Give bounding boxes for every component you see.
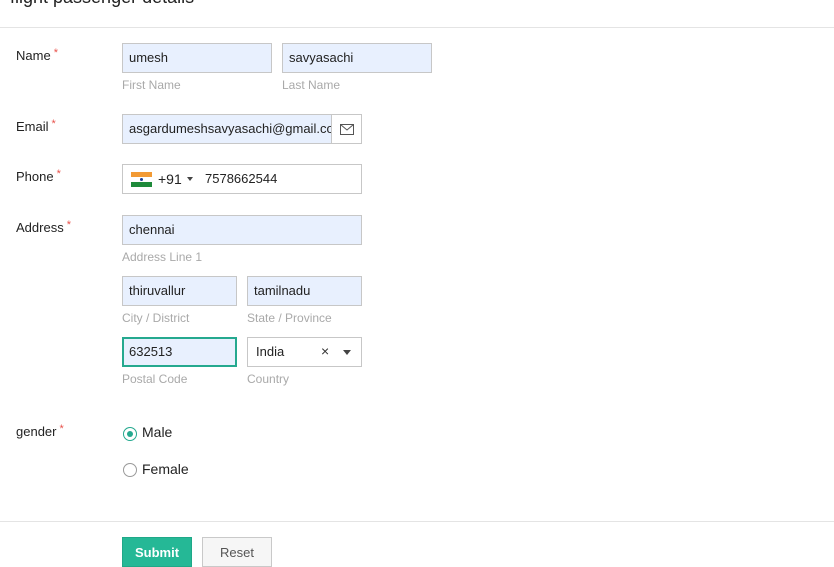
country-code[interactable]: +91 [158, 171, 182, 187]
required-marker: * [66, 219, 71, 231]
chevron-down-icon[interactable] [187, 177, 193, 181]
envelope-icon[interactable] [332, 115, 361, 143]
address-line1-hint: Address Line 1 [122, 250, 203, 264]
city-input[interactable]: thiruvallur [122, 276, 237, 306]
postal-code-hint: Postal Code [122, 372, 188, 386]
footer-divider [0, 521, 834, 522]
gender-label: gender * [16, 423, 64, 439]
first-name-input[interactable]: umesh [122, 43, 272, 73]
state-hint: State / Province [247, 311, 332, 325]
name-label: Name * [16, 47, 58, 63]
page-title: flight passenger details [10, 0, 194, 8]
reset-button[interactable]: Reset [202, 537, 272, 567]
state-input[interactable]: tamilnadu [247, 276, 362, 306]
country-select[interactable]: India × [247, 337, 362, 367]
country-hint: Country [247, 372, 290, 386]
india-flag-icon[interactable] [131, 172, 152, 187]
address-line1-input[interactable]: chennai [122, 215, 362, 245]
gender-female-label[interactable]: Female [142, 461, 189, 477]
phone-input[interactable]: 7578662544 [205, 171, 277, 186]
chevron-down-icon[interactable] [343, 350, 351, 355]
email-label-text: Email [16, 119, 49, 134]
name-label-text: Name [16, 48, 51, 63]
gender-label-text: gender [16, 424, 57, 439]
city-hint: City / District [122, 311, 190, 325]
country-select-value: India [256, 344, 285, 359]
gender-male-radio[interactable] [123, 427, 137, 441]
submit-button[interactable]: Submit [122, 537, 192, 567]
required-marker: * [51, 118, 56, 130]
postal-code-input[interactable]: 632513 [122, 337, 237, 367]
gender-female-radio[interactable] [123, 463, 137, 477]
last-name-hint: Last Name [282, 78, 341, 92]
required-marker: * [53, 47, 58, 59]
last-name-input[interactable]: savyasachi [282, 43, 432, 73]
phone-label: Phone * [16, 168, 61, 184]
first-name-hint: First Name [122, 78, 181, 92]
email-input[interactable]: asgardumeshsavyasachi@gmail.com [123, 115, 332, 143]
header-divider [0, 27, 834, 28]
clear-icon[interactable]: × [321, 343, 329, 359]
phone-label-text: Phone [16, 169, 54, 184]
email-field-group: asgardumeshsavyasachi@gmail.com [122, 114, 362, 144]
phone-field: +91 7578662544 [122, 164, 362, 194]
required-marker: * [56, 168, 61, 180]
address-label-text: Address [16, 220, 64, 235]
gender-male-label[interactable]: Male [142, 424, 172, 440]
email-label: Email * [16, 118, 56, 134]
address-label: Address * [16, 219, 71, 235]
required-marker: * [59, 423, 64, 435]
